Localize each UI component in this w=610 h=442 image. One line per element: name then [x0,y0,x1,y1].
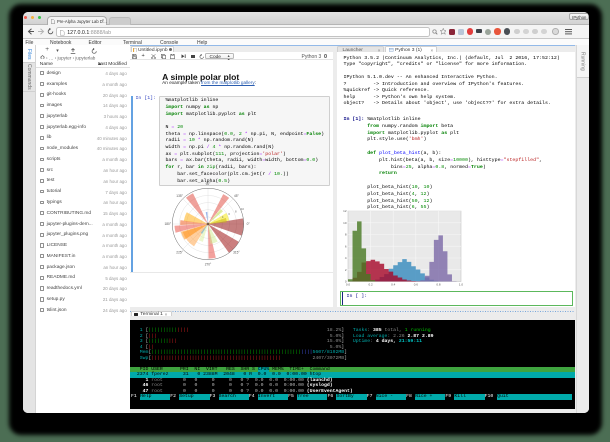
svg-text:90°: 90° [206,182,212,186]
svg-text:0.2: 0.2 [369,282,374,286]
svg-text:10: 10 [241,207,245,211]
svg-text:45°: 45° [234,194,240,198]
svg-text:8: 8 [235,210,237,214]
svg-text:1.0: 1.0 [459,282,464,286]
svg-text:0.4: 0.4 [392,282,397,286]
svg-text:12: 12 [344,209,348,213]
svg-text:180°: 180° [165,222,172,226]
svg-text:6: 6 [229,212,231,216]
svg-text:0.0: 0.0 [346,282,351,286]
svg-text:270°: 270° [205,263,212,267]
svg-text:225°: 225° [177,251,184,255]
svg-text:0.6: 0.6 [414,282,419,286]
svg-text:315°: 315° [233,251,240,255]
svg-text:0°: 0° [247,222,251,226]
svg-text:10: 10 [344,220,348,224]
svg-text:4: 4 [345,256,347,260]
svg-text:0.8: 0.8 [437,282,442,286]
svg-text:6: 6 [345,244,347,248]
svg-text:8: 8 [345,232,347,236]
svg-text:135°: 135° [177,194,184,198]
svg-text:2: 2 [345,267,347,271]
